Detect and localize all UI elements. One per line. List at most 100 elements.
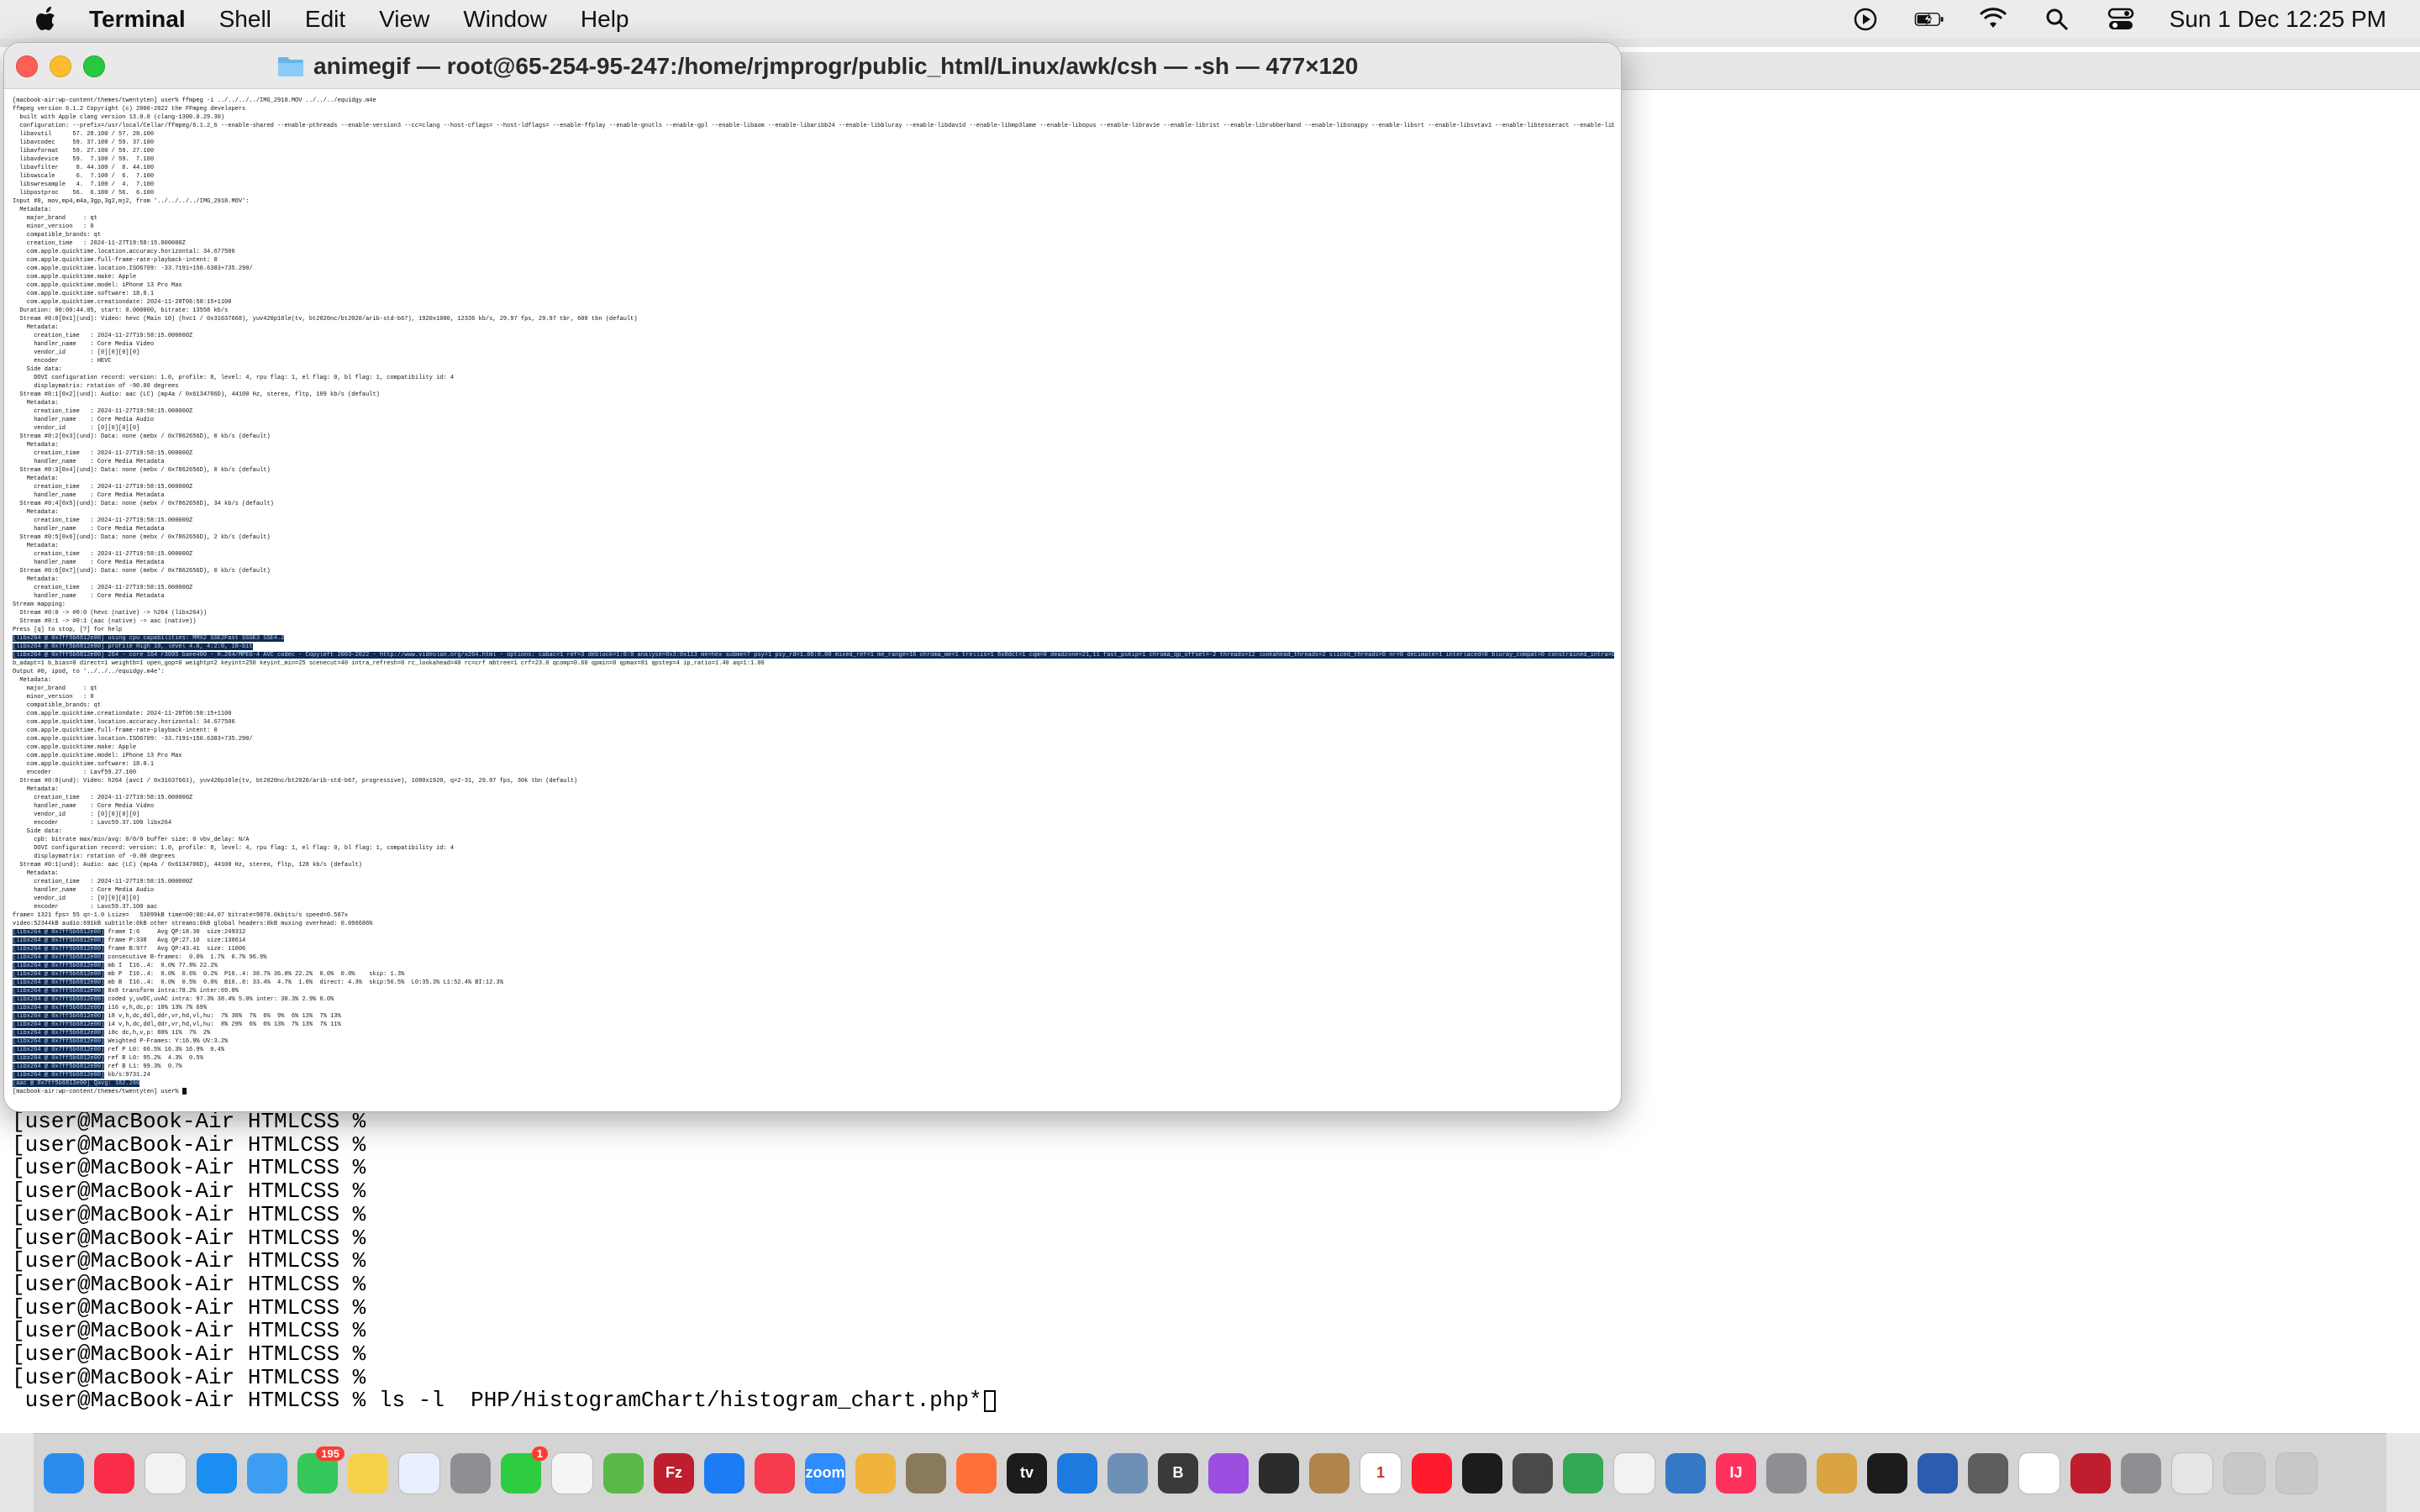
stats-prefix: [libx264 @ 0x7ff5b6812e00]	[13, 1047, 105, 1053]
window-titlebar[interactable]: animegif — root@65-254-95-247:/home/rjmp…	[4, 43, 1621, 89]
terminal-icon[interactable]	[1462, 1452, 1502, 1494]
notification-badge: 195	[316, 1446, 345, 1461]
stats-line: i16 v,h,dc,p: 10% 13% 7% 69%	[108, 1005, 208, 1011]
safari-icon[interactable]	[197, 1452, 237, 1494]
stats-prefix: [libx264 @ 0x7ff5b6812e00]	[13, 937, 105, 944]
menu-shell[interactable]: Shell	[219, 6, 271, 33]
gimp-icon[interactable]	[906, 1452, 946, 1494]
calculator-icon[interactable]	[1512, 1452, 1553, 1494]
stats-prefix: [libx264 @ 0x7ff5b6812e00]	[13, 1055, 105, 1062]
console-icon[interactable]	[1259, 1452, 1299, 1494]
intellij-icon[interactable]: IJ	[1716, 1452, 1756, 1494]
opera-icon[interactable]	[1412, 1452, 1452, 1494]
dock-icon-label: Fz	[666, 1464, 682, 1481]
search-icon[interactable]	[2042, 7, 2072, 32]
minimize-button[interactable]	[50, 55, 71, 77]
system-settings-icon[interactable]	[1766, 1452, 1807, 1494]
bg-prompt-line: [user@MacBook-Air HTMLCSS %	[12, 1155, 366, 1181]
stats-line: i4 v,h,dc,ddl,ddr,vr,hd,vl,hu: 8% 29% 6%…	[108, 1021, 341, 1028]
stats-line: frame I:6 Avg QP:18.30 size:249312	[108, 929, 246, 936]
notes-icon[interactable]	[348, 1452, 388, 1494]
dock-icon-label: B	[1172, 1464, 1184, 1481]
window-title-text: animegif — root@65-254-95-247:/home/rjmp…	[313, 53, 1359, 79]
network-icon[interactable]	[1665, 1452, 1706, 1494]
terminal-2-icon[interactable]	[1867, 1452, 1907, 1494]
dock-icon-label: zoom	[805, 1464, 845, 1481]
bg-prompt-line: [user@MacBook-Air HTMLCSS %	[12, 1248, 366, 1274]
apple-icon[interactable]	[34, 6, 60, 33]
freeform-icon[interactable]	[398, 1452, 440, 1494]
menu-view[interactable]: View	[379, 6, 429, 33]
terminal-output[interactable]: [macbook-air:wp-content/themes/twentyten…	[13, 97, 1614, 1105]
music-icon[interactable]	[94, 1452, 134, 1494]
gear-app-icon[interactable]	[1968, 1452, 2008, 1494]
play-icon[interactable]	[1850, 7, 1881, 32]
filezilla-pro-icon[interactable]	[2070, 1452, 2111, 1494]
bg-prompt-line: [user@MacBook-Air HTMLCSS %	[12, 1109, 366, 1134]
facetime-icon[interactable]: 1	[501, 1446, 548, 1494]
stats-line: ref B L0: 95.2% 4.3% 0.5%	[108, 1055, 203, 1062]
stats-line: mb B I16..4: 0.0% 0.5% 0.0% B16..8: 33.4…	[108, 979, 503, 986]
elephant-icon[interactable]	[2018, 1452, 2060, 1494]
photos-icon[interactable]	[855, 1452, 896, 1494]
bg-prompt-line: [user@MacBook-Air HTMLCSS %	[12, 1318, 366, 1344]
chrome-icon[interactable]	[1563, 1452, 1603, 1494]
zoom-icon[interactable]: zoom	[805, 1452, 845, 1494]
news-icon[interactable]	[755, 1452, 795, 1494]
control-center-icon[interactable]	[2106, 7, 2136, 32]
podcasts-icon[interactable]	[1208, 1452, 1249, 1494]
wifi-icon[interactable]	[1978, 7, 2008, 32]
bg-prompt-line: [user@MacBook-Air HTMLCSS %	[12, 1364, 366, 1390]
messages-icon[interactable]: 195	[297, 1446, 345, 1494]
background-terminal-titlebar[interactable]	[1620, 52, 2420, 90]
inkscape-icon[interactable]	[1918, 1452, 1958, 1494]
trash-icon[interactable]	[2275, 1452, 2317, 1494]
folder-icon	[278, 57, 303, 76]
shell-prompt[interactable]: [macbook-air:wp-content/themes/twentyten…	[13, 1089, 182, 1095]
status-area: Sun 1 Dec 12:25 PM	[1850, 6, 2386, 33]
menu-window[interactable]: Window	[463, 6, 547, 33]
tools-icon[interactable]	[2121, 1452, 2161, 1494]
finder-icon[interactable]	[44, 1452, 84, 1494]
zoom-button[interactable]	[83, 55, 105, 77]
clock[interactable]: Sun 1 Dec 12:25 PM	[2170, 6, 2386, 33]
reminders-icon[interactable]	[145, 1452, 187, 1494]
menu-help[interactable]: Help	[581, 6, 629, 33]
text-file-icon[interactable]	[1613, 1452, 1655, 1494]
dock-icon-label: tv	[1019, 1464, 1034, 1481]
bg-command-line[interactable]: user@MacBook-Air HTMLCSS % ls -l PHP/His…	[12, 1389, 996, 1413]
script-editor-icon[interactable]	[2171, 1452, 2213, 1494]
terminal-window[interactable]: animegif — root@65-254-95-247:/home/rjmp…	[3, 42, 1622, 1112]
palette-icon[interactable]	[1817, 1452, 1857, 1494]
stats-line: ref P L0: 66.5% 16.3% 16.9% 0.4%	[108, 1047, 225, 1053]
mail-icon[interactable]	[247, 1452, 287, 1494]
output-block-1: [macbook-air:wp-content/themes/twentyten…	[13, 97, 1614, 633]
battery-icon[interactable]	[1914, 7, 1944, 32]
menu-app-terminal[interactable]: Terminal	[89, 6, 186, 33]
dock-icon-label: 1	[1376, 1464, 1385, 1481]
app-store-icon[interactable]	[704, 1452, 744, 1494]
filezilla-icon[interactable]: Fz	[654, 1452, 694, 1494]
archive-icon[interactable]	[1309, 1452, 1349, 1494]
bg-prompt-line: [user@MacBook-Air HTMLCSS %	[12, 1201, 366, 1227]
stats-line: Weighted P-Frames: Y:16.9% UV:3.2%	[108, 1038, 229, 1045]
maps-icon[interactable]	[603, 1452, 644, 1494]
calendar-icon[interactable]: 1	[1360, 1452, 1402, 1494]
xcode-icon[interactable]	[1057, 1452, 1097, 1494]
firefox-icon[interactable]	[956, 1452, 997, 1494]
background-terminal-output: [user@MacBook-Air HTMLCSS % [user@MacBook…	[12, 1110, 996, 1413]
downloads-stack-icon[interactable]	[2223, 1452, 2265, 1494]
preview-icon[interactable]	[1107, 1452, 1148, 1494]
stats-line: mb P I16..4: 0.0% 0.6% 0.2% P16..4: 38.7…	[108, 971, 405, 978]
close-button[interactable]	[16, 55, 38, 77]
stats-prefix: [libx264 @ 0x7ff5b6812e00]	[13, 954, 105, 961]
document-icon[interactable]	[551, 1452, 593, 1494]
bg-prompt-line: [user@MacBook-Air HTMLCSS %	[12, 1271, 366, 1297]
menu-edit[interactable]: Edit	[305, 6, 345, 33]
bg-prompt-line: [user@MacBook-Air HTMLCSS %	[12, 1131, 366, 1158]
stats-line: 8x8 transform intra:78.2% inter:69.0%	[108, 988, 239, 995]
apple-tv-icon[interactable]: tv	[1007, 1452, 1047, 1494]
encoder-stats: [libx264 @ 0x7ff5b6812e00] frame I:6 Avg…	[13, 929, 503, 1079]
launchpad-icon[interactable]	[450, 1452, 491, 1494]
bbedit-icon[interactable]: B	[1158, 1452, 1198, 1494]
